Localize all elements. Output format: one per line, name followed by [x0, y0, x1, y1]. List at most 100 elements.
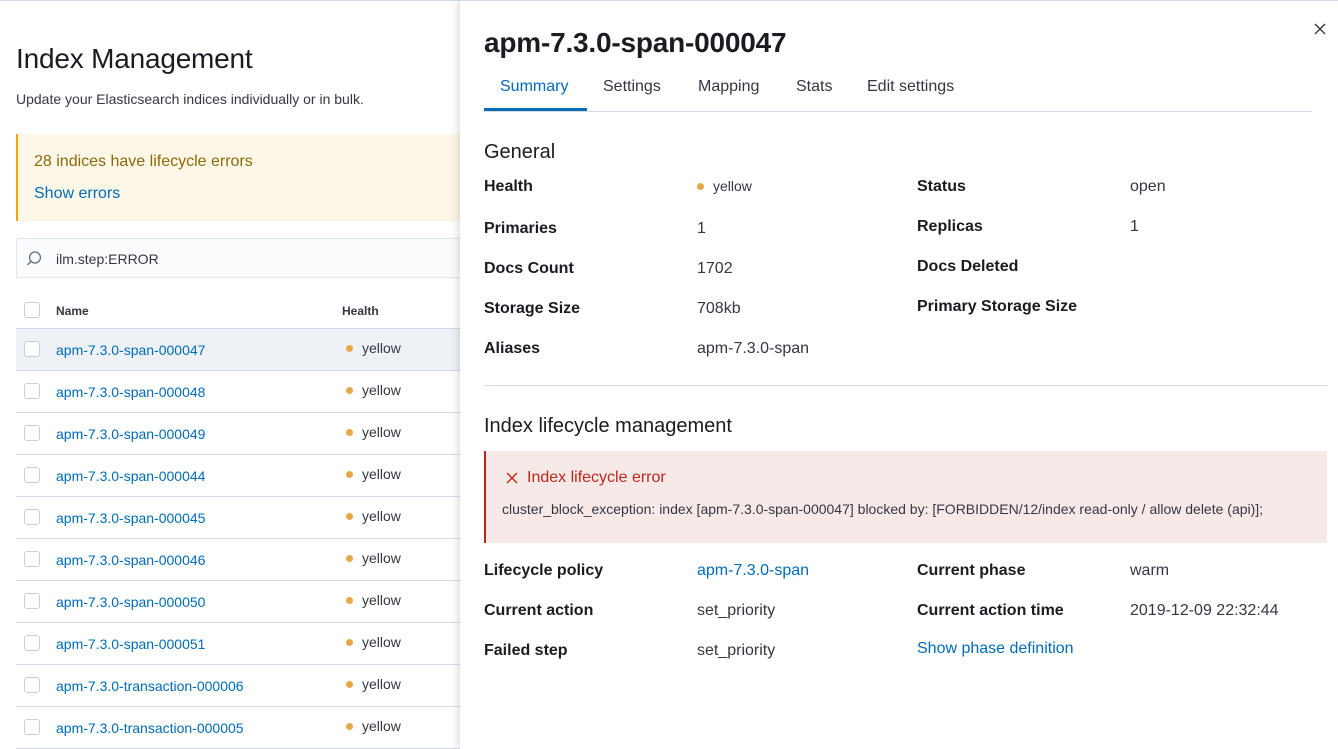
row-health: yellow	[346, 550, 401, 566]
health-dot-icon	[346, 555, 353, 562]
row-checkbox[interactable]	[24, 677, 40, 693]
row-checkbox[interactable]	[24, 467, 40, 483]
row-health-text: yellow	[362, 466, 401, 482]
row-health-text: yellow	[362, 424, 401, 440]
index-name-link[interactable]: apm-7.3.0-span-000047	[56, 342, 205, 358]
index-name-link[interactable]: apm-7.3.0-span-000044	[56, 468, 205, 484]
row-checkbox[interactable]	[24, 719, 40, 735]
row-health-text: yellow	[362, 592, 401, 608]
table-row[interactable]: apm-7.3.0-span-000046 yellow	[16, 539, 460, 581]
select-all-checkbox[interactable]	[24, 302, 40, 318]
index-name-link[interactable]: apm-7.3.0-transaction-000005	[56, 720, 244, 736]
page-subtitle: Update your Elasticsearch indices indivi…	[16, 91, 364, 107]
close-icon[interactable]	[1312, 21, 1328, 37]
docs-count-label: Docs Count	[484, 260, 574, 277]
page-title: Index Management	[16, 43, 253, 74]
index-name-link[interactable]: apm-7.3.0-span-000049	[56, 426, 205, 442]
index-name-link[interactable]: apm-7.3.0-span-000045	[56, 510, 205, 526]
row-checkbox[interactable]	[24, 383, 40, 399]
lifecycle-errors-callout: 28 indices have lifecycle errors Show er…	[16, 134, 460, 221]
aliases-label: Aliases	[484, 340, 541, 357]
current-action-time-label: Current action time	[917, 602, 1064, 619]
index-name-link[interactable]: apm-7.3.0-span-000046	[56, 552, 205, 568]
primaries-label: Primaries	[484, 220, 557, 237]
column-header-name[interactable]: Name	[56, 304, 89, 318]
tab-summary[interactable]: Summary	[500, 78, 568, 96]
row-health-text: yellow	[362, 382, 401, 398]
flyout-tabs: Summary Settings Mapping Stats Edit sett…	[484, 67, 1312, 112]
row-checkbox[interactable]	[24, 635, 40, 651]
row-health-text: yellow	[362, 634, 401, 650]
ilm-error-title: Index lifecycle error	[527, 469, 666, 486]
column-header-health[interactable]: Health	[342, 304, 379, 318]
table-row[interactable]: apm-7.3.0-span-000049 yellow	[16, 413, 460, 455]
show-errors-link[interactable]: Show errors	[34, 185, 120, 203]
primary-storage-size-label: Primary Storage Size	[917, 298, 1078, 315]
general-section-title: General	[484, 141, 556, 163]
table-row[interactable]: apm-7.3.0-span-000045 yellow	[16, 497, 460, 539]
storage-size-label: Storage Size	[484, 300, 581, 317]
storage-size-value: 708kb	[697, 300, 741, 317]
row-checkbox[interactable]	[24, 593, 40, 609]
health-text: yellow	[713, 178, 752, 194]
failed-step-label: Failed step	[484, 642, 568, 659]
index-name-link[interactable]: apm-7.3.0-span-000048	[56, 384, 205, 400]
tab-settings[interactable]: Settings	[603, 78, 661, 96]
lifecycle-policy-label: Lifecycle policy	[484, 562, 604, 579]
section-divider	[484, 385, 1327, 386]
table-row[interactable]: apm-7.3.0-span-000044 yellow	[16, 455, 460, 497]
table-row[interactable]: apm-7.3.0-transaction-000006 yellow	[16, 665, 460, 707]
row-checkbox[interactable]	[24, 341, 40, 357]
search-bar[interactable]: ilm.step:ERROR	[16, 238, 460, 278]
row-checkbox[interactable]	[24, 551, 40, 567]
row-health: yellow	[346, 508, 401, 524]
health-dot-icon	[346, 387, 353, 394]
row-health: yellow	[346, 676, 401, 692]
table-row[interactable]: apm-7.3.0-transaction-000005 yellow	[16, 707, 460, 749]
replicas-label: Replicas	[917, 218, 983, 235]
status-label: Status	[917, 178, 966, 195]
row-checkbox[interactable]	[24, 509, 40, 525]
error-cross-icon	[506, 472, 518, 484]
tab-mapping[interactable]: Mapping	[698, 78, 759, 96]
docs-count-value: 1702	[697, 260, 733, 277]
row-health: yellow	[346, 718, 401, 734]
callout-title: 28 indices have lifecycle errors	[34, 153, 253, 170]
table-row[interactable]: apm-7.3.0-span-000050 yellow	[16, 581, 460, 623]
row-health: yellow	[346, 592, 401, 608]
table-row[interactable]: apm-7.3.0-span-000048 yellow	[16, 371, 460, 413]
row-health-text: yellow	[362, 718, 401, 734]
ilm-error-callout: Index lifecycle error cluster_block_exce…	[484, 451, 1327, 543]
replicas-value: 1	[1130, 218, 1139, 235]
row-health: yellow	[346, 634, 401, 650]
row-health-text: yellow	[362, 550, 401, 566]
tab-edit-settings[interactable]: Edit settings	[867, 78, 954, 96]
index-name-link[interactable]: apm-7.3.0-span-000051	[56, 636, 205, 652]
index-management-page: Index Management Update your Elasticsear…	[0, 0, 460, 749]
flyout-title: apm-7.3.0-span-000047	[484, 27, 787, 58]
index-name-link[interactable]: apm-7.3.0-transaction-000006	[56, 678, 244, 694]
ilm-section-title: Index lifecycle management	[484, 415, 732, 437]
health-dot-icon	[346, 681, 353, 688]
table-row[interactable]: apm-7.3.0-span-000047 yellow	[16, 329, 460, 371]
table-row[interactable]: apm-7.3.0-span-000051 yellow	[16, 623, 460, 665]
docs-deleted-label: Docs Deleted	[917, 258, 1019, 275]
row-health: yellow	[346, 424, 401, 440]
index-name-link[interactable]: apm-7.3.0-span-000050	[56, 594, 205, 610]
row-health-text: yellow	[362, 676, 401, 692]
health-dot-icon	[346, 345, 353, 352]
search-input[interactable]: ilm.step:ERROR	[56, 251, 159, 267]
health-dot-icon	[346, 471, 353, 478]
row-health: yellow	[346, 340, 401, 356]
tab-stats[interactable]: Stats	[796, 78, 832, 96]
health-dot-icon	[346, 513, 353, 520]
health-dot-icon	[346, 597, 353, 604]
index-details-flyout: apm-7.3.0-span-000047 Summary Settings M…	[460, 0, 1338, 749]
row-health: yellow	[346, 382, 401, 398]
health-dot-icon	[346, 639, 353, 646]
row-checkbox[interactable]	[24, 425, 40, 441]
current-phase-label: Current phase	[917, 562, 1026, 579]
health-dot-icon	[697, 183, 704, 190]
lifecycle-policy-link[interactable]: apm-7.3.0-span	[697, 562, 809, 580]
show-phase-definition-link[interactable]: Show phase definition	[917, 640, 1074, 658]
